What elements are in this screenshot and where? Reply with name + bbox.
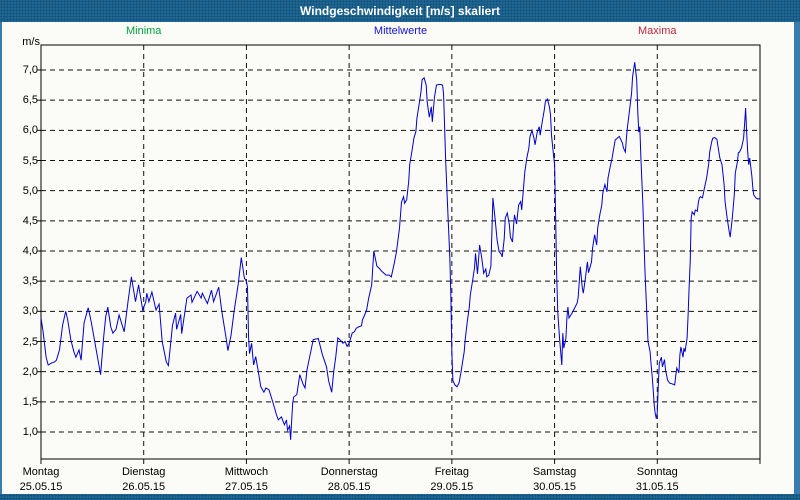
wind-speed-line	[40, 62, 761, 440]
plot-border	[40, 44, 761, 460]
wind-chart-window: Windgeschwindigkeit [m/s] skaliert m/s M…	[0, 0, 800, 500]
wind-speed-chart	[37, 44, 761, 464]
